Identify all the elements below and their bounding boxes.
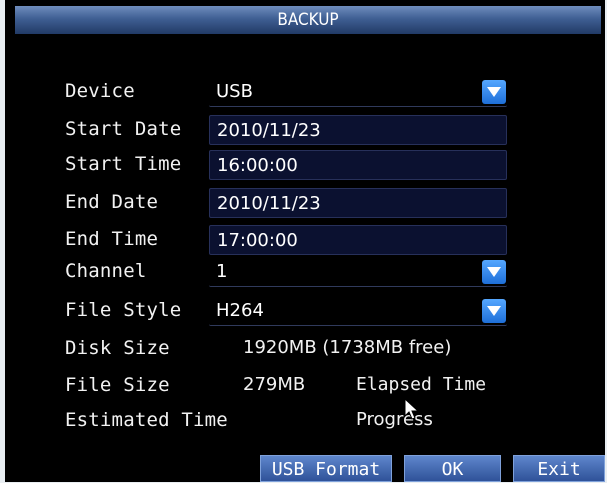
end-date-row: End Date 2010/11/23	[5, 185, 605, 219]
file-style-dropdown-button[interactable]	[482, 299, 506, 323]
file-size-label: File Size	[65, 374, 170, 396]
elapsed-time-label: Elapsed Time	[356, 374, 487, 395]
usb-format-button[interactable]: USB Format	[260, 455, 392, 482]
end-time-field[interactable]: 17:00:00	[209, 225, 507, 255]
file-style-select[interactable]: H264	[209, 296, 507, 326]
channel-select[interactable]: 1	[209, 257, 507, 287]
start-date-field[interactable]: 2010/11/23	[209, 115, 507, 145]
disk-size-label: Disk Size	[65, 337, 170, 359]
ok-button[interactable]: OK	[404, 455, 501, 482]
file-style-row: File Style H264	[5, 293, 605, 327]
estimated-row: Estimated Time Progress	[5, 403, 605, 437]
end-date-label: End Date	[65, 191, 159, 213]
exit-button[interactable]: Exit	[513, 455, 605, 482]
backup-dialog: BACKUP Device USB Start Date 2010/11/23 …	[5, 0, 605, 482]
end-time-row: End Time 17:00:00	[5, 222, 605, 256]
start-date-row: Start Date 2010/11/23	[5, 112, 605, 146]
chevron-down-icon	[487, 87, 501, 97]
channel-row: Channel 1	[5, 254, 605, 288]
device-label: Device	[65, 80, 135, 102]
mouse-pointer-icon	[404, 398, 420, 420]
channel-dropdown-button[interactable]	[482, 260, 506, 284]
progress-label: Progress	[356, 409, 433, 430]
start-date-label: Start Date	[65, 118, 182, 140]
device-select[interactable]: USB	[209, 77, 507, 107]
file-size-value: 279MB	[243, 374, 306, 395]
start-time-label: Start Time	[65, 153, 182, 175]
device-dropdown-button[interactable]	[482, 80, 506, 104]
end-time-label: End Time	[65, 228, 159, 250]
estimated-time-label: Estimated Time	[65, 409, 228, 431]
end-date-field[interactable]: 2010/11/23	[209, 188, 507, 218]
start-time-field[interactable]: 16:00:00	[209, 150, 507, 180]
chevron-down-icon	[487, 267, 501, 277]
file-style-label: File Style	[65, 299, 182, 321]
start-time-row: Start Time 16:00:00	[5, 147, 605, 181]
channel-label: Channel	[65, 260, 147, 282]
chevron-down-icon	[487, 306, 501, 316]
device-row: Device USB	[5, 74, 605, 108]
disk-size-row: Disk Size 1920MB (1738MB free)	[5, 331, 605, 365]
dialog-title: BACKUP	[15, 6, 601, 34]
file-size-row: File Size 279MB Elapsed Time	[5, 368, 605, 402]
disk-size-value: 1920MB (1738MB free)	[243, 337, 452, 358]
